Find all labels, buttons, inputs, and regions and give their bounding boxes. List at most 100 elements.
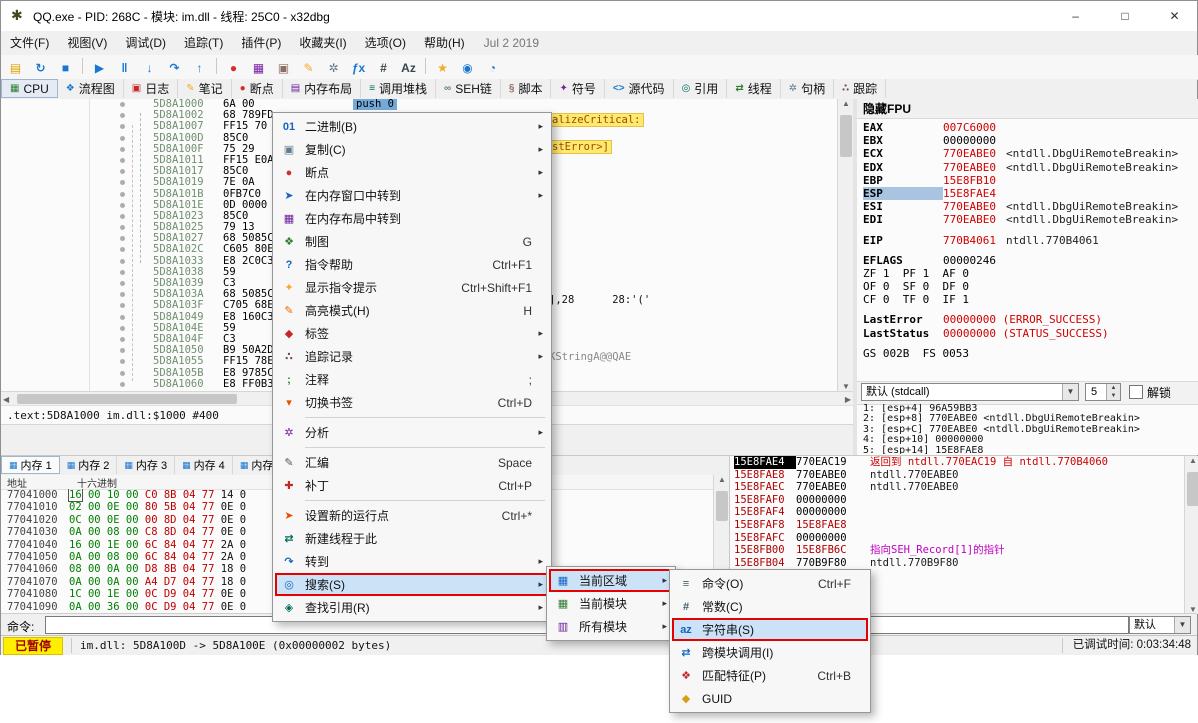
menu-item-binary[interactable]: 01二进制(B)▸ [275,115,549,138]
stack-row[interactable]: 15E8FAEC770EABE0ntdll.770EABE0 [730,481,1184,494]
breakpoint-dot[interactable] [120,382,125,387]
register-row[interactable]: CF 0 TF 0 IF 1 [857,293,1198,306]
scroll-thumb[interactable] [1187,472,1198,506]
settings-button[interactable]: ✲ [321,56,346,79]
menu-item-follow-in-memory-map[interactable]: ▦在内存布局中转到 [275,207,549,230]
register-row[interactable]: LastStatus00000000 (STATUS_SUCCESS) [857,327,1198,340]
scroll-left-icon[interactable]: ◀ [3,395,9,404]
menubar-item-6[interactable]: 选项(O) [356,31,415,55]
menubar-item-1[interactable]: 视图(V) [58,31,116,55]
scroll-thumb[interactable] [716,491,728,521]
scroll-up-icon[interactable]: ▲ [838,99,854,108]
menu-item-mnemonic-brief[interactable]: ✦显示指令提示Ctrl+Shift+F1 [275,276,549,299]
argument-depth-spinner[interactable]: 5 ▲▼ [1085,383,1121,401]
breakpoint-dot[interactable] [120,180,125,185]
register-row[interactable]: EFLAGS00000246 [857,254,1198,267]
spinner-arrows-icon[interactable]: ▲▼ [1106,384,1120,400]
breakpoint-dot[interactable] [120,158,125,163]
menu-item-highlighting-mode[interactable]: ✎高亮模式(H)H [275,299,549,322]
run-button[interactable]: ▶ [87,56,112,79]
breakpoint-dot[interactable] [120,281,125,286]
tab-threads[interactable]: ⇄线程 [727,79,780,98]
menu-item-command[interactable]: ≡命令(O)Ctrl+F [672,572,868,595]
menu-item-all-modules[interactable]: ▥所有模块▸ [549,615,673,638]
register-row[interactable]: GS 002B FS 0053 [857,347,1198,360]
register-row[interactable]: EBP15E8FB10 [857,174,1198,187]
breakpoint-dot[interactable] [120,214,125,219]
breakpoint-dot[interactable] [120,303,125,308]
tab-notes[interactable]: ✎笔记 [178,79,231,98]
breakpoint-dot[interactable] [120,292,125,297]
hide-fpu-button[interactable]: 隐藏FPU [863,102,911,116]
breakpoint-dot[interactable] [120,192,125,197]
menubar-item-3[interactable]: 追踪(T) [175,31,232,55]
stack-row[interactable]: 15E8FAF815E8FAE8 [730,519,1184,532]
command-language-select[interactable]: 默认 ▼ [1129,616,1191,634]
breakpoint-button[interactable]: ● [221,56,246,79]
menu-item-analysis[interactable]: ✲分析▸ [275,421,549,444]
breakpoint-dot[interactable] [120,169,125,174]
menu-item-patch[interactable]: ✚补丁Ctrl+P [275,474,549,497]
functions-button[interactable]: ƒx [346,56,371,79]
scroll-down-icon[interactable]: ▼ [838,382,854,391]
scroll-up-icon[interactable]: ▲ [1185,456,1198,465]
scroll-thumb[interactable] [17,394,237,404]
register-row[interactable]: EDX770EABE0<ntdll.DbgUiRemoteBreakin> [857,161,1198,174]
tab-script[interactable]: §脚本 [501,79,552,98]
breakpoint-dot[interactable] [120,337,125,342]
stack-row[interactable]: 15E8FB04770B9F80ntdll.770B9F80 [730,557,1184,570]
constants-button[interactable]: # [371,56,396,79]
scroll-up-icon[interactable]: ▲ [714,475,730,484]
menu-item-goto[interactable]: ↷转到▸ [275,550,549,573]
open-file-button[interactable]: ▤ [3,56,28,79]
menu-item-new-thread-here[interactable]: ⇄新建线程于此 [275,527,549,550]
tab-memory-map[interactable]: ▤内存布局 [283,79,361,98]
menubar-item-5[interactable]: 收藏夹(I) [290,31,355,55]
notes-button[interactable]: ✎ [296,56,321,79]
tab-log[interactable]: ▣日志 [124,79,178,98]
strings-button[interactable]: Az [396,56,421,79]
register-row[interactable]: OF 0 SF 0 DF 0 [857,280,1198,293]
breakpoint-dot[interactable] [120,259,125,264]
menubar-item-0[interactable]: 文件(F) [1,31,58,55]
breakpoint-dot[interactable] [120,136,125,141]
breakpoint-dot[interactable] [120,147,125,152]
minimize-button[interactable]: – [1053,1,1098,31]
chat-button[interactable]: ◔ [480,56,505,79]
register-row[interactable]: EIP770B4061ntdll.770B4061 [857,234,1198,247]
argument-list[interactable]: 1: [esp+4] 96A59BB32: [esp+8] 770EABE0 <… [857,404,1198,454]
close-button[interactable]: ✕ [1152,1,1197,31]
stack-vscrollbar[interactable]: ▲ ▼ [1184,456,1198,614]
menubar-item-2[interactable]: 调试(D) [116,31,175,55]
disassembly-vscrollbar[interactable]: ▲ ▼ [837,99,854,391]
menubar-item-7[interactable]: 帮助(H) [415,31,474,55]
stack-row[interactable]: 15E8FAF000000000 [730,494,1184,507]
register-row[interactable]: ESP15E8FAE4 [857,187,1198,200]
menu-item-pattern[interactable]: ❖匹配特征(P)Ctrl+B [672,664,868,687]
breakpoint-dot[interactable] [120,225,125,230]
menu-item-set-new-origin[interactable]: ➤设置新的运行点Ctrl+* [275,504,549,527]
breakpoint-dot[interactable] [120,270,125,275]
breakpoint-dot[interactable] [120,236,125,241]
menu-item-breakpoint[interactable]: ●断点▸ [275,161,549,184]
menu-item-intermodular-calls[interactable]: ⇄跨模块调用(I) [672,641,868,664]
step-over-button[interactable]: ↷ [162,56,187,79]
tab-source[interactable]: <>源代码 [605,79,674,98]
tab-trace[interactable]: ∴跟踪 [834,79,886,98]
tab-cpu[interactable]: ▦CPU [1,79,58,98]
menu-item-string-references[interactable]: az字符串(S) [672,618,868,641]
sphere-button[interactable]: ◉ [455,56,480,79]
dump-tab-memory-1[interactable]: ▦内存 1 [1,456,60,474]
register-row[interactable]: LastError00000000 (ERROR_SUCCESS) [857,313,1198,326]
tab-references[interactable]: ◎引用 [674,79,728,98]
tab-seh[interactable]: ∞SEH链 [436,79,501,98]
menu-item-toggle-bookmark[interactable]: ▾切换书签Ctrl+D [275,391,549,414]
restart-button[interactable]: ↻ [28,56,53,79]
menu-item-comment[interactable]: ;注释; [275,368,549,391]
execute-till-return-button[interactable]: ↑ [187,56,212,79]
maximize-button[interactable]: □ [1103,1,1148,31]
tab-symbols[interactable]: ✦符号 [551,79,604,98]
scroll-right-icon[interactable]: ▶ [845,395,851,404]
stack-row[interactable]: 15E8FAE4770EAC19返回到 ntdll.770EAC19 自 ntd… [730,456,1184,469]
menu-item-copy[interactable]: ▣复制(C)▸ [275,138,549,161]
